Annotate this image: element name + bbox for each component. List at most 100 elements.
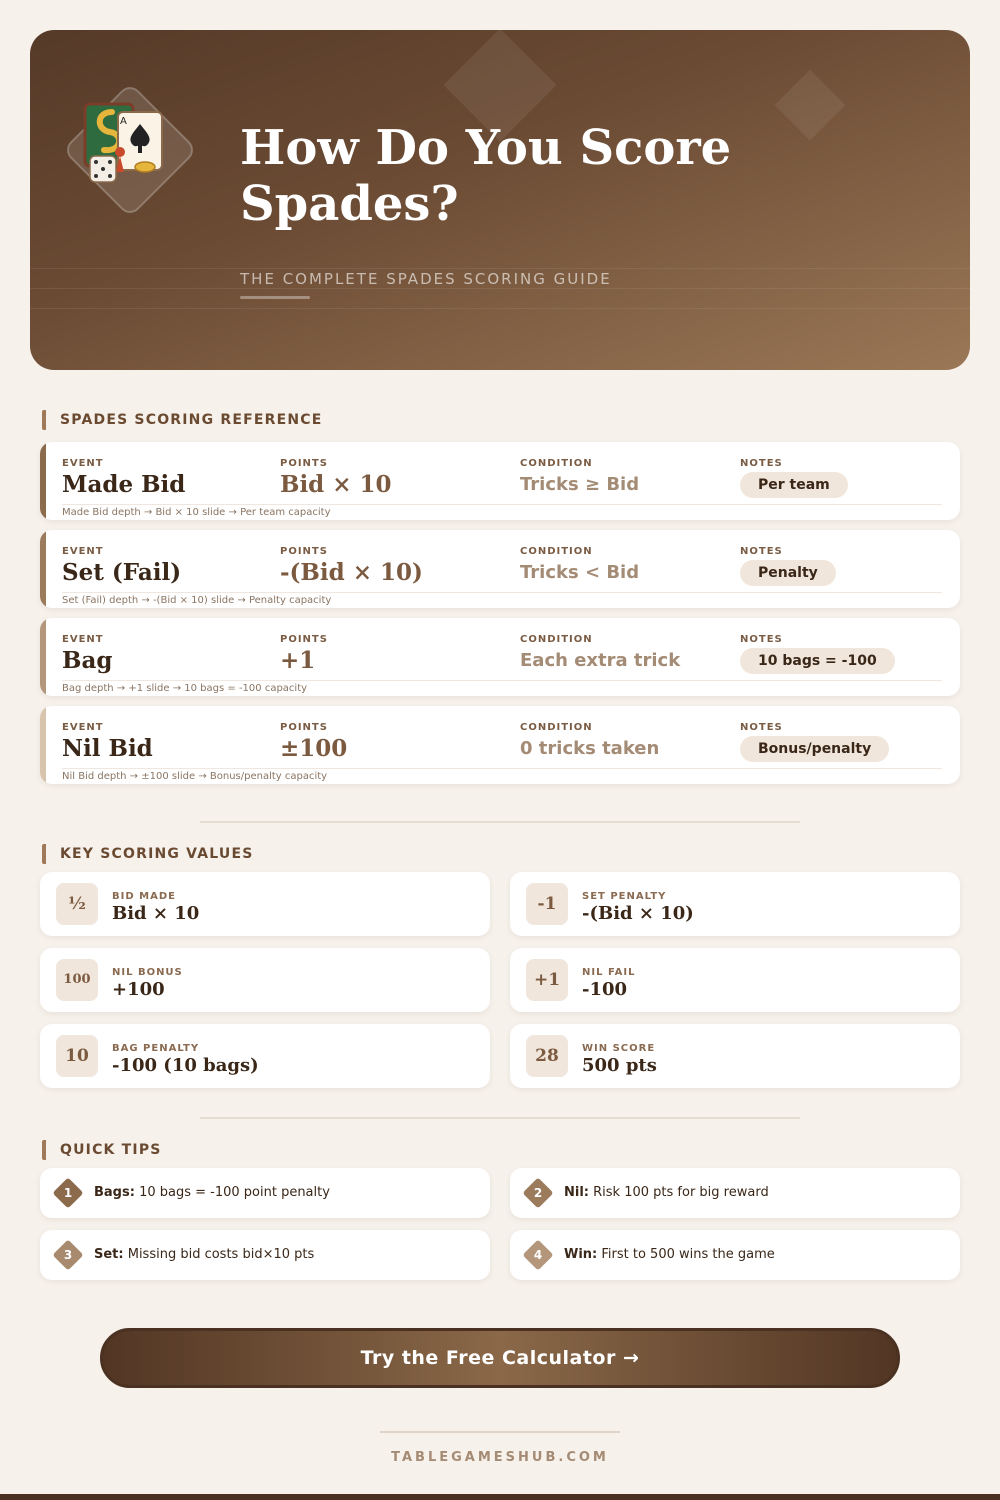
scoring-row: EVENT Made Bid POINTS Bid × 10 CONDITION Tric… <box>40 442 960 520</box>
decorative-line <box>30 288 970 289</box>
value-label: NIL FAIL <box>582 967 636 978</box>
notes-pill: Bonus/penalty <box>740 736 890 762</box>
event-value: Made Bid <box>62 471 186 498</box>
row-separator <box>62 768 942 769</box>
condition-label: CONDITION <box>520 722 593 733</box>
tip-text: Set: Missing bid costs bid×10 pts <box>94 1247 314 1262</box>
value-amount: -100 <box>582 979 628 1000</box>
points-column: POINTS ±100 <box>280 722 347 762</box>
row-footnote: Set (Fail) depth → -(Bid × 10) slide → P… <box>62 595 332 606</box>
notes-column: NOTES Per team <box>740 458 848 498</box>
subtitle-underline <box>240 296 310 299</box>
row-footnote: Bag depth → +1 slide → 10 bags = -100 ca… <box>62 683 308 694</box>
row-separator <box>62 504 942 505</box>
event-label: EVENT <box>62 722 104 733</box>
condition-label: CONDITION <box>520 546 593 557</box>
tip-number: 4 <box>533 1248 543 1262</box>
key-value-card: -1 SET PENALTY -(Bid × 10) <box>510 872 960 936</box>
tip-title: Set: <box>94 1247 124 1262</box>
notes-pill: Per team <box>740 472 848 498</box>
hero-banner: A How Do You Score Spades? THE COMPLETE … <box>30 30 970 370</box>
tip-body: First to 500 wins the game <box>597 1247 775 1262</box>
key-value-card: 100 NIL BONUS +100 <box>40 948 490 1012</box>
tip-text: Nil: Risk 100 pts for big reward <box>564 1185 769 1200</box>
condition-label: CONDITION <box>520 634 593 645</box>
scoring-row: EVENT Nil Bid POINTS ±100 CONDITION 0 tricks … <box>40 706 960 784</box>
tip-number-badge: 1 <box>52 1177 84 1209</box>
section-heading-key-values: KEY SCORING VALUES <box>42 844 254 864</box>
row-footnote: Nil Bid depth → ±100 slide → Bonus/penal… <box>62 771 328 782</box>
row-accent-bar <box>40 618 46 696</box>
key-value-card: 28 WIN SCORE 500 pts <box>510 1024 960 1088</box>
value-amount: +100 <box>112 979 165 1000</box>
scoring-row: EVENT Set (Fail) POINTS -(Bid × 10) CONDITIO… <box>40 530 960 608</box>
value-amount: -100 (10 bags) <box>112 1055 259 1076</box>
decorative-line <box>30 268 970 269</box>
event-column: EVENT Set (Fail) <box>62 546 181 586</box>
page-title: How Do You Score Spades? <box>240 120 732 232</box>
row-separator <box>62 680 942 681</box>
value-amount: 500 pts <box>582 1055 657 1076</box>
tip-number: 2 <box>533 1186 543 1200</box>
tip-card: 3 Set: Missing bid costs bid×10 pts <box>40 1230 490 1280</box>
condition-value: 0 tricks taken <box>520 738 660 759</box>
value-amount: Bid × 10 <box>112 903 200 924</box>
page-subtitle: THE COMPLETE SPADES SCORING GUIDE <box>240 270 612 288</box>
event-label: EVENT <box>62 634 104 645</box>
decorative-line <box>30 308 970 309</box>
key-value-card: 10 BAG PENALTY -100 (10 bags) <box>40 1024 490 1088</box>
tip-card: 4 Win: First to 500 wins the game <box>510 1230 960 1280</box>
notes-label: NOTES <box>740 722 783 733</box>
row-accent-bar <box>40 706 46 784</box>
points-label: POINTS <box>280 458 328 469</box>
condition-value: Each extra trick <box>520 650 681 671</box>
row-footnote: Made Bid depth → Bid × 10 slide → Per te… <box>62 507 331 518</box>
points-column: POINTS +1 <box>280 634 328 674</box>
value-badge: 28 <box>526 1035 568 1077</box>
event-column: EVENT Bag <box>62 634 112 674</box>
value-badge: 10 <box>56 1035 98 1077</box>
event-value: Bag <box>62 647 113 674</box>
event-column: EVENT Nil Bid <box>62 722 153 762</box>
tip-text: Bags: 10 bags = -100 point penalty <box>94 1185 330 1200</box>
svg-text:A: A <box>120 116 127 127</box>
value-badge: -1 <box>526 883 568 925</box>
event-value: Nil Bid <box>62 735 153 762</box>
calculator-cta-button[interactable]: Try the Free Calculator → <box>100 1328 900 1388</box>
tip-title: Bags: <box>94 1185 135 1200</box>
points-column: POINTS -(Bid × 10) <box>280 546 423 586</box>
section-divider <box>200 821 800 823</box>
value-label: WIN SCORE <box>582 1043 656 1054</box>
section-heading-tips: QUICK TIPS <box>42 1140 162 1160</box>
footer-site-link[interactable]: TABLEGAMESHUB.COM <box>0 1450 1000 1465</box>
event-value: Set (Fail) <box>62 559 182 586</box>
tip-number: 3 <box>63 1248 73 1262</box>
tip-title: Nil: <box>564 1185 589 1200</box>
scoring-row: EVENT Bag POINTS +1 CONDITION Each extra tric… <box>40 618 960 696</box>
notes-label: NOTES <box>740 458 783 469</box>
points-label: POINTS <box>280 546 328 557</box>
notes-column: NOTES Bonus/penalty <box>740 722 890 762</box>
notes-column: NOTES Penalty <box>740 546 836 586</box>
section-heading-reference: SPADES SCORING REFERENCE <box>42 410 323 430</box>
condition-column: CONDITION Tricks ≥ Bid <box>520 458 639 495</box>
points-value: ±100 <box>280 735 348 762</box>
value-badge: ½ <box>56 883 98 925</box>
value-label: BID MADE <box>112 891 176 902</box>
value-badge: 100 <box>56 959 98 1001</box>
notes-label: NOTES <box>740 546 783 557</box>
event-column: EVENT Made Bid <box>62 458 185 498</box>
condition-value: Tricks < Bid <box>520 562 640 583</box>
condition-column: CONDITION 0 tricks taken <box>520 722 659 759</box>
bottom-bar <box>0 1494 1000 1500</box>
row-accent-bar <box>40 442 46 520</box>
condition-column: CONDITION Tricks < Bid <box>520 546 639 583</box>
points-value: Bid × 10 <box>280 471 392 498</box>
points-label: POINTS <box>280 722 328 733</box>
points-value: -(Bid × 10) <box>280 559 423 586</box>
footer-divider <box>380 1431 620 1433</box>
notes-column: NOTES 10 bags = -100 <box>740 634 895 674</box>
row-separator <box>62 592 942 593</box>
event-label: EVENT <box>62 546 104 557</box>
tip-body: Risk 100 pts for big reward <box>589 1185 769 1200</box>
